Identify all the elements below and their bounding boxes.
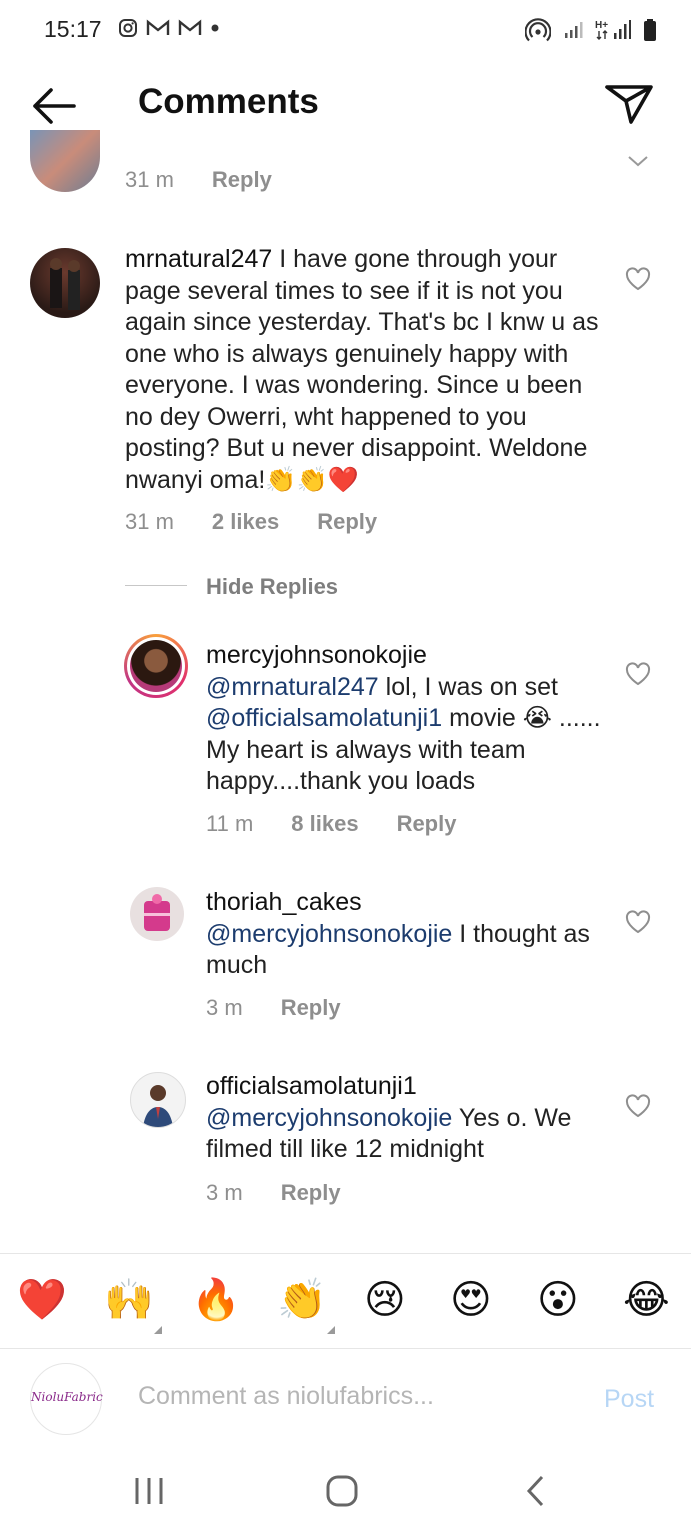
- recent-apps-icon[interactable]: [133, 1472, 165, 1510]
- reply-button[interactable]: Reply: [317, 509, 377, 535]
- gmail-icon: [178, 19, 202, 35]
- avatar[interactable]: [30, 130, 100, 192]
- emoji-heart[interactable]: ❤️: [17, 1276, 67, 1324]
- reply-meta: 3 m Reply: [206, 1180, 379, 1206]
- battery-icon: [644, 19, 656, 41]
- comment-username[interactable]: mrnatural247: [125, 245, 272, 273]
- send-icon[interactable]: [604, 82, 654, 126]
- skin-tone-indicator: [327, 1326, 335, 1334]
- post-button[interactable]: Post: [604, 1385, 654, 1414]
- reply-body: officialsamolatunji1 @mercyjohnsonokojie…: [206, 1071, 606, 1166]
- avatar-logo-text: NioluFabric: [31, 1390, 103, 1404]
- back-arrow-icon[interactable]: [30, 86, 76, 126]
- reply-time: 3 m: [206, 1180, 243, 1205]
- skin-tone-indicator: [154, 1326, 162, 1334]
- comment-text: I have gone through your page several ti…: [125, 245, 599, 494]
- reply-username[interactable]: thoriah_cakes: [206, 887, 606, 919]
- heart-icon[interactable]: [625, 662, 651, 686]
- emoji-crying-face[interactable]: 😢: [364, 1276, 406, 1324]
- svg-text:H+: H+: [595, 20, 608, 31]
- comment-body: mrnatural247 I have gone through your pa…: [125, 244, 605, 496]
- reply-username[interactable]: officialsamolatunji1: [206, 1071, 606, 1103]
- avatar[interactable]: [124, 634, 188, 698]
- chevron-down-icon[interactable]: [626, 154, 650, 168]
- reply-meta: 11 m 8 likes Reply: [206, 811, 494, 837]
- mention-link[interactable]: @mercyjohnsonokojie: [206, 1104, 452, 1132]
- heart-icon[interactable]: [625, 910, 651, 934]
- reply-button[interactable]: Reply: [212, 167, 272, 193]
- emoji-tears-of-joy[interactable]: 😂: [623, 1276, 670, 1324]
- reply-text: lol, I was on set: [378, 672, 558, 701]
- comment-time: 31 m: [125, 167, 174, 192]
- reply-meta: 3 m Reply: [206, 995, 379, 1021]
- hotspot-icon: [525, 18, 551, 42]
- reply-time: 11 m: [206, 811, 254, 836]
- mention-link[interactable]: @mercyjohnsonokojie: [206, 920, 452, 948]
- reply-button[interactable]: Reply: [281, 995, 341, 1021]
- emoji-raised-hands[interactable]: 🙌: [104, 1276, 154, 1324]
- comment-input[interactable]: Comment as niolufabrics...: [138, 1382, 434, 1411]
- emoji-clapping-hands[interactable]: 👏: [277, 1276, 327, 1324]
- dot-icon: [211, 24, 219, 32]
- compose-avatar: NioluFabric: [30, 1363, 103, 1435]
- comment-meta: 31 m Reply: [125, 167, 310, 193]
- avatar[interactable]: [130, 887, 184, 941]
- status-system-icons: H+: [525, 18, 657, 42]
- reply-time: 3 m: [206, 995, 243, 1020]
- back-nav-icon[interactable]: [522, 1472, 550, 1510]
- reply-body: mercyjohnsonokojie @mrnatural247 lol, I …: [206, 640, 606, 798]
- reply-body: thoriah_cakes @mercyjohnsonokojie I thou…: [206, 887, 606, 982]
- instagram-icon: [119, 19, 137, 37]
- page-title: Comments: [138, 82, 319, 121]
- comment-meta: 31 m 2 likes Reply: [125, 509, 415, 535]
- comment-time: 31 m: [125, 509, 174, 534]
- emoji-surprised-face[interactable]: 😮: [537, 1276, 579, 1324]
- home-icon[interactable]: [324, 1472, 360, 1510]
- hide-replies-button[interactable]: Hide Replies: [206, 574, 338, 600]
- avatar[interactable]: [130, 1072, 186, 1128]
- reply-username[interactable]: mercyjohnsonokojie: [206, 640, 606, 672]
- divider: [125, 585, 187, 586]
- emoji-quick-bar: ❤️ 🙌 🔥 👏 😢 😍 😮 😂: [0, 1253, 691, 1349]
- emoji-fire[interactable]: 🔥: [191, 1276, 241, 1324]
- gmail-icon: [146, 19, 170, 35]
- mention-link[interactable]: @mrnatural247: [206, 673, 379, 701]
- avatar[interactable]: [30, 248, 100, 318]
- reply-button[interactable]: Reply: [397, 811, 457, 837]
- mention-link[interactable]: @officialsamolatunji1: [206, 704, 442, 732]
- emoji-heart-eyes[interactable]: 😍: [450, 1276, 492, 1324]
- likes-count[interactable]: 8 likes: [291, 811, 358, 837]
- status-time: 15:17: [44, 16, 102, 42]
- heart-icon[interactable]: [625, 1094, 651, 1118]
- reply-button[interactable]: Reply: [281, 1180, 341, 1206]
- heart-icon[interactable]: [625, 267, 651, 291]
- data-signal-icon: H+: [595, 20, 631, 40]
- likes-count[interactable]: 2 likes: [212, 509, 279, 535]
- signal-icon: [565, 22, 583, 38]
- status-notification-icons: [118, 18, 220, 38]
